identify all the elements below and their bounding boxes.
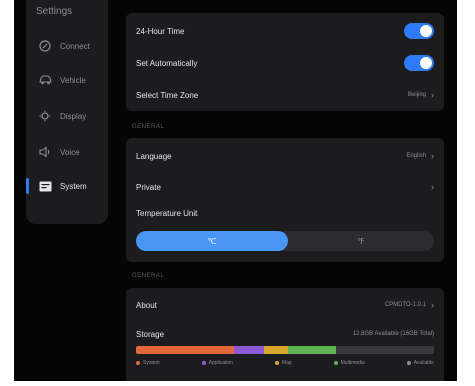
sidebar: Settings Connect Vehicle Display Voice S… bbox=[26, 0, 108, 224]
settings-screen: Settings Connect Vehicle Display Voice S… bbox=[14, 0, 457, 381]
timezone-value: Beijing bbox=[407, 92, 426, 98]
storage-label: Storage bbox=[136, 329, 165, 339]
toggle-knob bbox=[420, 25, 432, 37]
legend-dot bbox=[136, 361, 140, 365]
brightness-icon bbox=[38, 109, 52, 123]
storage-legend-item: Map bbox=[274, 360, 292, 366]
car-icon bbox=[38, 73, 52, 87]
sidebar-item-label: Connect bbox=[60, 41, 90, 51]
storage-legend-item: Available bbox=[406, 360, 434, 366]
storage-value: 12.8GB Available (16GB Total) bbox=[352, 331, 434, 337]
fahrenheit-option[interactable]: ℉ bbox=[288, 231, 434, 251]
connect-icon bbox=[38, 39, 52, 53]
storage-legend-item: Multimedia bbox=[333, 360, 365, 366]
temperature-unit-segmented-control: ℃ ℉ bbox=[136, 231, 434, 251]
about-row[interactable]: About CPMDTO-1.0.1 › bbox=[136, 290, 434, 320]
speaker-icon bbox=[38, 145, 52, 159]
legend-dot bbox=[201, 361, 206, 365]
timezone-value-wrap: Beijing › bbox=[408, 90, 434, 100]
legend-label: System bbox=[143, 360, 160, 366]
legend-label: Available bbox=[413, 360, 434, 366]
timezone-label: Select Time Zone bbox=[136, 90, 199, 100]
about-label: About bbox=[136, 300, 157, 310]
sidebar-item-system[interactable]: System bbox=[26, 172, 108, 200]
chevron-right-icon: › bbox=[431, 90, 434, 100]
auto-time-toggle[interactable] bbox=[404, 55, 434, 71]
timezone-row[interactable]: Select Time Zone Beijing › bbox=[136, 80, 434, 110]
language-row[interactable]: Language English › bbox=[136, 141, 434, 171]
storage-usage-bar bbox=[136, 346, 434, 354]
celsius-option[interactable]: ℃ bbox=[136, 231, 288, 251]
hour24-label: 24-Hour Time bbox=[136, 26, 185, 36]
about-settings-card: About CPMDTO-1.0.1 › Storage 12.8GB Avai… bbox=[126, 288, 444, 381]
sidebar-item-vehicle[interactable]: Vehicle bbox=[26, 66, 108, 94]
private-label: Private bbox=[136, 182, 161, 192]
storage-segment-available bbox=[335, 346, 434, 354]
storage-segment-application bbox=[234, 346, 265, 354]
private-row[interactable]: Private › bbox=[136, 172, 434, 202]
general-settings-card: Language English › Private › Temperature… bbox=[126, 138, 444, 262]
section-header-general: GENERAL bbox=[132, 124, 165, 130]
section-header-general-2: GENERAL bbox=[132, 273, 165, 279]
about-value: CPMDTO-1.0.1 bbox=[384, 302, 426, 308]
sidebar-item-voice[interactable]: Voice bbox=[26, 138, 108, 166]
sidebar-item-connect[interactable]: Connect bbox=[26, 32, 108, 60]
chevron-right-icon: › bbox=[431, 182, 434, 192]
storage-segment-map bbox=[264, 346, 288, 354]
legend-label: Map bbox=[281, 360, 292, 366]
language-label: Language bbox=[136, 151, 172, 161]
sidebar-item-label: Voice bbox=[60, 147, 80, 157]
legend-label: Multimedia bbox=[340, 360, 365, 366]
storage-row: Storage 12.8GB Available (16GB Total) bbox=[136, 320, 434, 348]
storage-legend-item: Application bbox=[201, 360, 234, 366]
storage-legend: System Application Map Multimedia Available bbox=[136, 360, 434, 366]
time-settings-card: 24-Hour Time Set Automatically Select Ti… bbox=[126, 13, 444, 111]
legend-dot bbox=[333, 361, 338, 365]
sidebar-item-label: Vehicle bbox=[60, 75, 86, 85]
storage-segment-system bbox=[136, 346, 235, 354]
auto-time-label: Set Automatically bbox=[136, 58, 198, 68]
temperature-unit-row: Temperature Unit bbox=[136, 202, 434, 224]
legend-dot bbox=[406, 361, 411, 365]
temperature-unit-label: Temperature Unit bbox=[136, 208, 198, 218]
hour24-row: 24-Hour Time bbox=[136, 16, 434, 46]
storage-segment-multimedia bbox=[287, 346, 336, 354]
storage-legend-item: System bbox=[136, 360, 160, 366]
toggle-knob bbox=[420, 57, 432, 69]
language-value: English bbox=[406, 153, 426, 159]
sidebar-item-label: System bbox=[60, 181, 87, 191]
hour24-toggle[interactable] bbox=[404, 23, 434, 39]
sidebar-item-label: Display bbox=[60, 111, 87, 121]
legend-dot bbox=[274, 361, 279, 365]
legend-label: Application bbox=[208, 360, 234, 366]
chevron-right-icon: › bbox=[431, 151, 434, 161]
language-value-wrap: English › bbox=[406, 151, 434, 161]
sidebar-title: Settings bbox=[36, 6, 73, 17]
chevron-right-icon: › bbox=[431, 300, 434, 310]
system-icon bbox=[38, 179, 52, 193]
sidebar-item-display[interactable]: Display bbox=[26, 102, 108, 130]
about-value-wrap: CPMDTO-1.0.1 › bbox=[385, 300, 434, 310]
auto-time-row: Set Automatically bbox=[136, 48, 434, 78]
